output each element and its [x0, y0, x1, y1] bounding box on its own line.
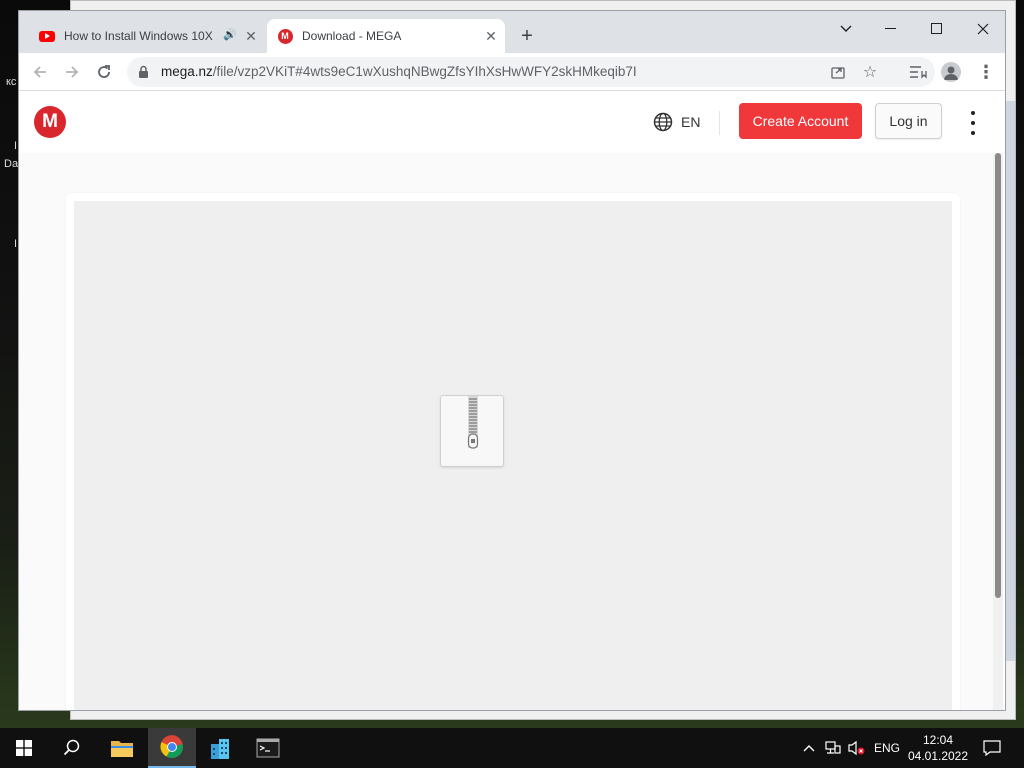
close-tab-icon[interactable]: ✕: [243, 28, 259, 44]
browser-menu-icon[interactable]: ⋮: [977, 60, 995, 84]
terminal-icon[interactable]: [244, 728, 292, 768]
browser-toolbar: mega.nz/file/vzp2VKiT#4wts9eC1wXushqNBwg…: [19, 53, 1005, 91]
lock-icon[interactable]: [138, 65, 149, 84]
taskbar: ENG 12:04 04.01.2022: [0, 728, 1024, 768]
youtube-icon: [39, 28, 55, 44]
address-bar[interactable]: mega.nz/file/vzp2VKiT#4wts9eC1wXushqNBwg…: [127, 57, 935, 87]
globe-icon: [653, 112, 673, 132]
page-scrollbar[interactable]: [993, 153, 1003, 710]
tab-youtube[interactable]: How to Install Windows 10X 🔊 ✕: [29, 19, 265, 53]
back-arrow-icon[interactable]: [27, 59, 53, 85]
network-icon[interactable]: [824, 728, 842, 768]
desktop-icon-label[interactable]: Da: [4, 158, 18, 170]
language-selector[interactable]: EN: [653, 112, 700, 132]
reload-icon[interactable]: [91, 59, 117, 85]
profile-avatar[interactable]: [941, 62, 961, 82]
zip-file-icon[interactable]: [440, 395, 504, 467]
close-window-button[interactable]: [963, 15, 1003, 43]
chrome-icon[interactable]: [148, 728, 196, 768]
minimize-button[interactable]: [871, 15, 911, 43]
browser-window: How to Install Windows 10X 🔊 ✕ M Downloa…: [18, 10, 1006, 711]
url-path: /file/vzp2VKiT#4wts9eC1wXushqNBwgZfsYIhX…: [212, 64, 637, 79]
file-explorer-icon[interactable]: [98, 728, 146, 768]
star-icon[interactable]: ☆: [861, 63, 879, 81]
login-button[interactable]: Log in: [875, 103, 942, 139]
share-icon[interactable]: [829, 63, 847, 81]
site-header: M EN Create Account Log in: [19, 91, 1005, 153]
more-options-icon[interactable]: [967, 111, 979, 135]
header-divider: [719, 111, 720, 135]
notification-center-icon[interactable]: [980, 728, 1004, 768]
desktop-icon-label[interactable]: кс: [6, 76, 16, 88]
file-preview-card: [66, 193, 960, 710]
tab-search-chevron-icon[interactable]: [826, 15, 866, 43]
create-account-button[interactable]: Create Account: [739, 103, 862, 139]
maximize-button[interactable]: [917, 15, 957, 43]
clock-time: 12:04: [922, 733, 954, 747]
windows-start-icon[interactable]: [0, 728, 48, 768]
show-hidden-icons-chevron-icon[interactable]: [800, 728, 818, 768]
language-label: EN: [681, 114, 701, 130]
mega-page: M EN Create Account Log in: [19, 91, 1005, 710]
mega-icon: M: [277, 28, 293, 44]
tab-title: How to Install Windows 10X: [64, 29, 213, 43]
volume-muted-icon[interactable]: [846, 728, 866, 768]
speaker-icon[interactable]: 🔊: [223, 28, 237, 41]
reading-list-icon[interactable]: [909, 65, 927, 79]
url-host: mega.nz: [161, 64, 213, 79]
desktop-icon-label[interactable]: I: [14, 238, 17, 250]
tab-title: Download - MEGA: [302, 29, 402, 43]
file-preview-area: [74, 201, 952, 710]
desktop-icon-label[interactable]: I: [14, 140, 17, 152]
close-tab-icon[interactable]: ✕: [483, 28, 499, 44]
clock-date: 04.01.2022: [907, 749, 969, 763]
main-content: [19, 153, 997, 710]
url-text[interactable]: mega.nz/file/vzp2VKiT#4wts9eC1wXushqNBwg…: [161, 64, 637, 79]
tab-strip: How to Install Windows 10X 🔊 ✕ M Downloa…: [19, 11, 1005, 53]
mega-logo[interactable]: M: [34, 106, 66, 138]
search-icon[interactable]: [48, 728, 96, 768]
system-clock[interactable]: 12:04 04.01.2022: [906, 728, 970, 768]
new-tab-button[interactable]: +: [517, 26, 537, 48]
forward-arrow-icon[interactable]: [59, 59, 85, 85]
input-language-indicator[interactable]: ENG: [874, 728, 900, 768]
buildings-app-icon[interactable]: [196, 728, 244, 768]
tab-mega[interactable]: M Download - MEGA ✕: [267, 19, 505, 53]
scrollbar-thumb[interactable]: [995, 153, 1001, 598]
